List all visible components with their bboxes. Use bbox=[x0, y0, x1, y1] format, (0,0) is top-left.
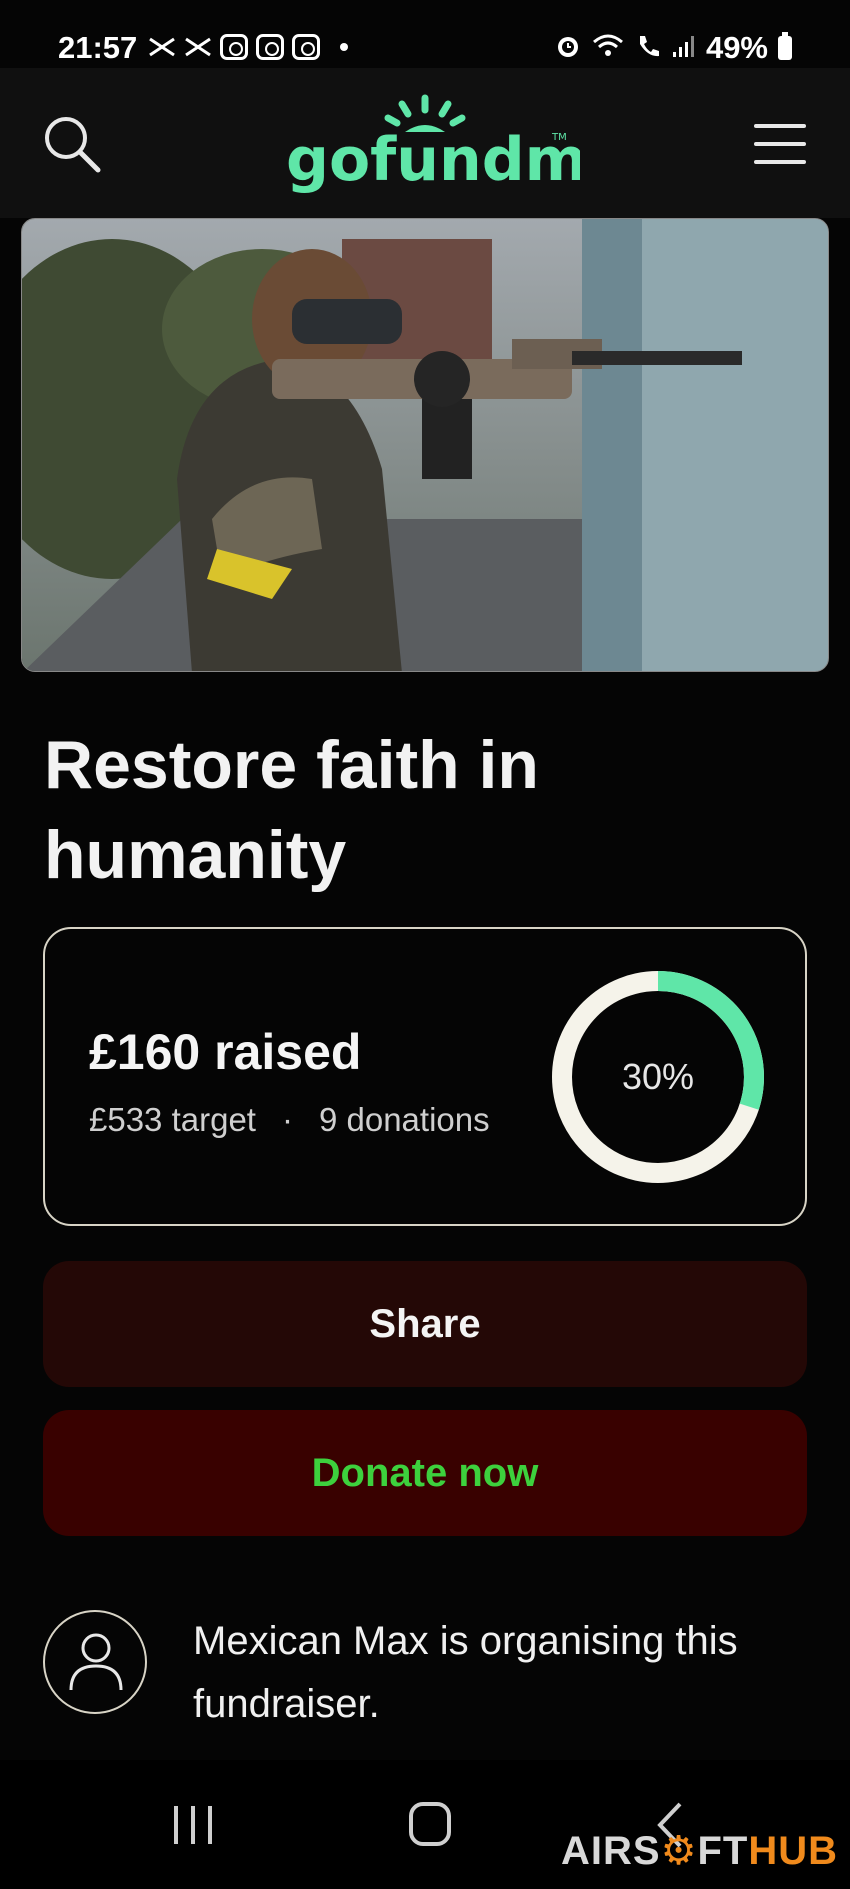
notification-icons bbox=[148, 34, 348, 60]
fundraiser-meta: £533 target · 9 donations bbox=[89, 1101, 490, 1139]
fundraiser-cover-image bbox=[21, 218, 829, 672]
instagram-icon bbox=[292, 34, 320, 60]
user-icon bbox=[69, 1633, 123, 1691]
battery-icon bbox=[778, 32, 792, 60]
signal-icon bbox=[672, 34, 696, 63]
progress-percent: 30% bbox=[621, 1056, 695, 1097]
airsofthub-watermark: AIRS⚙FTHUB bbox=[561, 1829, 838, 1873]
status-bar: 21:57 49% bbox=[0, 0, 850, 68]
fundraiser-title: Restore faith in humanity bbox=[44, 727, 539, 893]
hamburger-menu-icon bbox=[754, 124, 806, 164]
home-icon bbox=[409, 1802, 451, 1846]
gear-icon: ⚙ bbox=[660, 1829, 698, 1873]
gofundme-logo[interactable]: gofundme TM bbox=[280, 90, 628, 200]
trademark: TM bbox=[551, 132, 567, 143]
logo-text: gofundme bbox=[286, 125, 580, 195]
donate-now-button[interactable]: Donate now bbox=[43, 1410, 807, 1536]
wifi-calling-icon bbox=[634, 32, 662, 65]
search-icon bbox=[45, 117, 101, 173]
meta-separator: · bbox=[281, 1101, 293, 1138]
app-header: gofundme TM bbox=[0, 68, 850, 218]
instagram-icon bbox=[220, 34, 248, 60]
recent-apps-button[interactable] bbox=[158, 1800, 228, 1850]
alarm-icon bbox=[554, 32, 582, 65]
more-notifications-dot bbox=[340, 43, 348, 51]
halifax-icon bbox=[148, 37, 176, 57]
organiser-text: Mexican Max is organising this fundraise… bbox=[193, 1619, 738, 1726]
target-amount: £533 target bbox=[89, 1101, 256, 1138]
system-icons: 49% bbox=[554, 30, 792, 66]
instagram-icon bbox=[256, 34, 284, 60]
progress-card: £160 raised £533 target · 9 donations 30… bbox=[43, 927, 807, 1226]
battery-percent: 49% bbox=[705, 30, 768, 65]
search-button[interactable] bbox=[40, 112, 104, 176]
donation-count: 9 donations bbox=[318, 1101, 490, 1138]
status-time: 21:57 bbox=[58, 30, 138, 65]
share-button[interactable]: Share bbox=[43, 1261, 807, 1387]
organiser-section: Mexican Max is organising this fundraise… bbox=[43, 1610, 823, 1750]
halifax-icon bbox=[184, 37, 212, 57]
menu-button[interactable] bbox=[746, 112, 810, 176]
home-button[interactable] bbox=[395, 1800, 465, 1850]
amount-raised: £160 raised bbox=[89, 1024, 362, 1080]
organiser-avatar[interactable] bbox=[43, 1610, 147, 1714]
system-nav-bar: AIRS⚙FTHUB bbox=[0, 1760, 850, 1889]
recents-icon bbox=[174, 1806, 212, 1844]
wifi-icon bbox=[592, 32, 624, 65]
